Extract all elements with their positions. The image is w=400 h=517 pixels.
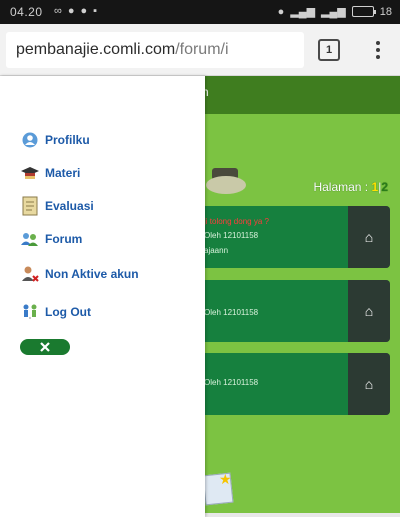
battery-icon <box>351 6 376 17</box>
menu-label-profilku: Profilku <box>45 133 90 147</box>
battery-level: 18 <box>379 5 392 18</box>
menu-label-evaluasi: Evaluasi <box>45 199 94 213</box>
forum-post-card[interactable]: ji tolong dong ya ? Oleh 12101158 ajaann… <box>198 206 390 268</box>
home-icon: ⌂ <box>364 376 374 392</box>
menu-label-non-aktive-akun: Non Aktive akun <box>45 267 139 281</box>
signal-icon-2: ▂▄▆ <box>321 6 346 18</box>
remove-user-icon <box>20 264 40 284</box>
document-icon <box>20 196 40 216</box>
link-icon: ∞ <box>54 5 62 17</box>
page-footer-strip <box>200 513 400 517</box>
users-icon <box>20 229 40 249</box>
status-bar: 04.20 ∞ ● ● ▪ ● ▂▄▆ ▂▄▆ 18 <box>0 0 400 24</box>
post-home-button[interactable]: ⌂ <box>348 280 390 342</box>
browser-toolbar: pembanajie.comli.com/forum/i 1 <box>0 24 400 76</box>
post-excerpt: ajaann <box>204 246 229 255</box>
address-bar[interactable]: pembanajie.comli.com/forum/i <box>6 32 304 68</box>
close-icon <box>40 342 50 352</box>
notification-icons: ∞ ● ● ▪ <box>54 5 97 17</box>
post-author: Oleh 12101158 <box>204 378 259 387</box>
menu-item-materi[interactable]: Materi <box>20 162 80 184</box>
status-time: 04.20 <box>10 5 43 19</box>
alarm-icon: ● <box>277 5 285 18</box>
menu-item-non-aktive-akun[interactable]: Non Aktive akun <box>20 263 139 285</box>
system-icons: ● ▂▄▆ ▂▄▆ 18 <box>277 5 392 19</box>
post-home-button[interactable]: ⌂ <box>348 353 390 415</box>
page-link-2[interactable]: 2 <box>381 180 388 194</box>
logout-people-icon <box>20 302 40 322</box>
home-icon: ⌂ <box>364 229 374 245</box>
pagination: Halaman : 1|2 <box>313 180 388 194</box>
tab-switcher-button[interactable]: 1 <box>318 39 340 61</box>
navigation-drawer: Profilku Materi Evaluasi Forum Non Aktiv… <box>0 76 205 517</box>
post-author: Oleh 12101158 <box>204 231 259 240</box>
menu-item-forum[interactable]: Forum <box>20 228 82 250</box>
post-title: ji tolong dong ya ? <box>204 217 269 226</box>
close-drawer-button[interactable] <box>20 339 70 355</box>
star-icon: ★ <box>219 471 232 487</box>
menu-label-log-out: Log Out <box>45 305 91 319</box>
signal-icon: ▂▄▆ <box>290 6 316 18</box>
menu-item-log-out[interactable]: Log Out <box>20 301 91 323</box>
menu-item-evaluasi[interactable]: Evaluasi <box>20 195 94 217</box>
graduation-cap-icon <box>20 163 40 183</box>
photo-icon: ▪ <box>93 5 98 17</box>
menu-label-forum: Forum <box>45 232 83 246</box>
url-path: /forum/i <box>175 41 229 58</box>
post-author: Oleh 12101158 <box>204 308 259 317</box>
overflow-menu-icon[interactable] <box>368 38 388 62</box>
url-domain: pembanajie.comli.com <box>16 41 176 58</box>
pagination-label: Halaman : <box>313 180 369 194</box>
profile-icon <box>20 130 40 150</box>
post-home-button[interactable]: ⌂ <box>348 206 390 268</box>
menu-item-profilku[interactable]: Profilku <box>20 129 90 151</box>
character-illustration <box>206 176 246 194</box>
forum-post-card[interactable]: Oleh 12101158 ⌂ <box>198 353 390 415</box>
chat-icon: ● <box>67 5 75 17</box>
home-icon: ⌂ <box>364 303 374 319</box>
menu-label-materi: Materi <box>45 166 81 180</box>
message-icon: ● <box>80 5 88 17</box>
forum-post-card[interactable]: Oleh 12101158 ⌂ <box>198 280 390 342</box>
